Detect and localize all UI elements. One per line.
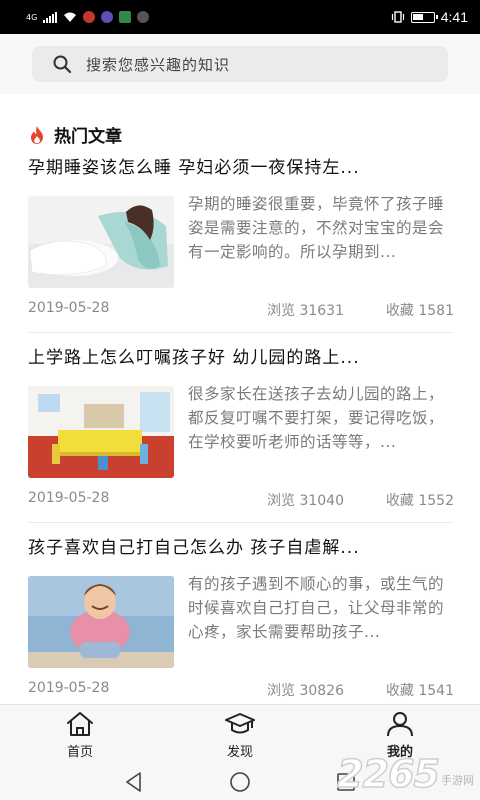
article-date: 2019-05-28 xyxy=(28,680,110,696)
article-meta: 2019-05-28 浏览 30826 收藏 1541 xyxy=(28,680,454,700)
search-icon xyxy=(53,55,72,74)
article-body: 很多家长在送孩子去幼儿园的路上，都反复叮嘱不要打架，要记得吃饭，在学校要听老师的… xyxy=(28,385,454,478)
article-thumbnail-kindergarten-classroom[interactable] xyxy=(28,386,174,478)
status-time: 4:41 xyxy=(440,9,468,25)
site-watermark: 2265 手游网 xyxy=(336,744,474,797)
article-excerpt: 很多家长在送孩子去幼儿园的路上，都反复叮嘱不要打架，要记得吃饭，在学校要听老师的… xyxy=(188,385,445,451)
fire-icon xyxy=(31,125,43,144)
home-icon xyxy=(67,712,93,736)
status-right: 4:41 xyxy=(391,9,468,25)
search-input[interactable]: 搜索您感兴趣的知识 xyxy=(32,46,448,82)
article-title[interactable]: 孕期睡姿该怎么睡 孕妇必须一夜保持左... xyxy=(28,156,454,180)
article-body: 孕期的睡姿很重要，毕竟怀了孩子睡姿是需要注意的，不然对宝宝的是会有一定影响的。所… xyxy=(28,195,454,288)
article-list[interactable]: 热门文章 孕期睡姿该怎么睡 孕妇必须一夜保持左... 孕期的睡姿很重要，毕竟怀了… xyxy=(0,94,480,704)
search-placeholder: 搜索您感兴趣的知识 xyxy=(86,55,231,74)
article-thumbnail-sleeping-pregnant-woman[interactable] xyxy=(28,196,174,288)
article-date: 2019-05-28 xyxy=(28,300,110,316)
article-favorites: 收藏 1541 xyxy=(385,683,454,699)
article-thumbnail-crying-child[interactable] xyxy=(28,576,174,668)
nav-home-label: 首页 xyxy=(66,745,93,760)
divider xyxy=(28,522,454,523)
article-meta: 2019-05-28 浏览 31631 收藏 1581 xyxy=(28,300,454,320)
user-icon xyxy=(387,712,413,737)
wifi-icon xyxy=(64,12,77,22)
nav-discover[interactable]: 发现 xyxy=(200,711,280,763)
nav-home[interactable]: 首页 xyxy=(40,711,120,763)
article-title[interactable]: 孩子喜欢自己打自己怎么办 孩子自虐解... xyxy=(28,536,454,560)
wechat-icon xyxy=(137,11,150,23)
article-views: 浏览 31631 xyxy=(267,303,344,319)
article-title[interactable]: 上学路上怎么叮嘱孩子好 幼儿园的路上... xyxy=(28,346,454,370)
article-excerpt: 有的孩子遇到不顺心的事，或生气的时候喜欢自己打自己，让父母非常的心疼，家长需要帮… xyxy=(188,575,445,641)
search-bar-area: 搜索您感兴趣的知识 xyxy=(0,34,480,94)
signal-icon xyxy=(43,11,58,23)
back-icon[interactable] xyxy=(122,770,146,794)
section-header: 热门文章 xyxy=(28,122,122,147)
article-favorites: 收藏 1552 xyxy=(385,493,454,509)
article-date: 2019-05-28 xyxy=(28,490,110,506)
article-item[interactable]: 孕期睡姿该怎么睡 孕妇必须一夜保持左... 孕期的睡姿很重要，毕竟怀了孩子睡姿是… xyxy=(28,156,454,336)
article-views: 浏览 31040 xyxy=(267,493,344,509)
home-circle-icon[interactable] xyxy=(228,770,252,794)
weibo-icon xyxy=(83,11,96,23)
app-screen: 4G 4:41 搜索您感兴趣的知识 热门文章 孕期睡姿该怎么睡 孕妇必须一夜保持… xyxy=(0,0,480,800)
article-item[interactable]: 上学路上怎么叮嘱孩子好 幼儿园的路上... 很多家长在送孩子去幼儿园的路上，都反… xyxy=(28,346,454,526)
status-bar: 4G 4:41 xyxy=(0,0,480,34)
watermark-text: 手游网 xyxy=(441,774,474,787)
vibrate-icon xyxy=(391,11,404,23)
section-title: 热门文章 xyxy=(54,127,122,147)
graduation-cap-icon xyxy=(225,713,255,734)
status-left: 4G xyxy=(26,11,150,23)
divider xyxy=(28,332,454,333)
article-views: 浏览 30826 xyxy=(267,683,344,699)
watermark-number: 2265 xyxy=(336,751,440,797)
article-favorites: 收藏 1581 xyxy=(385,303,454,319)
nav-discover-label: 发现 xyxy=(226,745,253,760)
article-meta: 2019-05-28 浏览 31040 收藏 1552 xyxy=(28,490,454,510)
media-notification-icon xyxy=(119,11,132,23)
article-item[interactable]: 孩子喜欢自己打自己怎么办 孩子自虐解... 有的孩子遇到不顺心的事，或生气的时候… xyxy=(28,536,454,704)
app-notification-icon xyxy=(101,11,114,23)
article-body: 有的孩子遇到不顺心的事，或生气的时候喜欢自己打自己，让父母非常的心疼，家长需要帮… xyxy=(28,575,454,668)
network-type: 4G xyxy=(26,12,38,22)
article-excerpt: 孕期的睡姿很重要，毕竟怀了孩子睡姿是需要注意的，不然对宝宝的是会有一定影响的。所… xyxy=(188,195,445,261)
battery-icon xyxy=(410,11,438,23)
